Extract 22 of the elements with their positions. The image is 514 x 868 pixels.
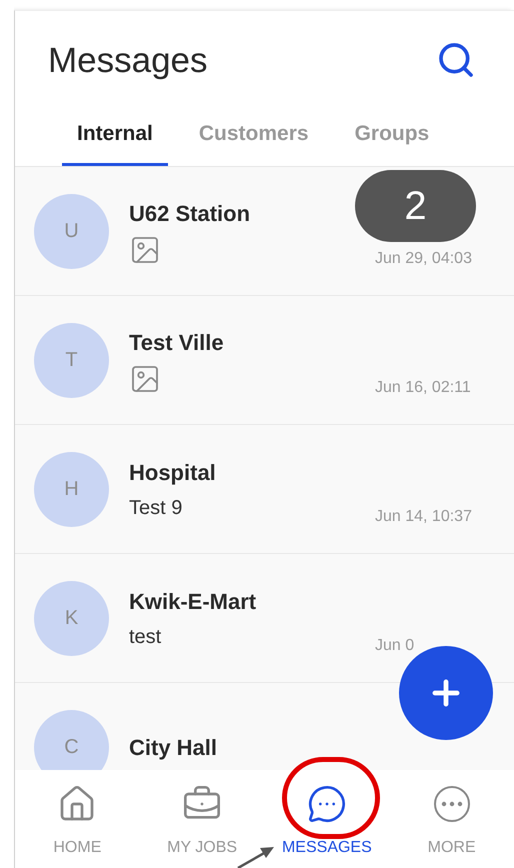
conversation-name[interactable]: City Hall (129, 730, 218, 764)
avatar: U (34, 194, 109, 268)
message-time: Jun 0 (375, 636, 416, 656)
nav-tab[interactable]: MESSAGES (264, 784, 390, 860)
chat-bubble-icon (306, 784, 347, 824)
screen-title: Messages (48, 42, 208, 78)
pointer-arrow (236, 846, 276, 868)
avatar: K (34, 580, 109, 656)
message-time: Jun 14, 10:37 (375, 507, 473, 527)
avatar: H (34, 452, 109, 526)
conversation-name[interactable]: Kwik-E-Mart (129, 584, 256, 618)
message-time: Jun 16, 02:11 (375, 378, 472, 398)
conversation-name[interactable]: U62 Station (129, 196, 250, 230)
avatar: T (34, 322, 109, 398)
conversation-name[interactable]: Hospital (129, 456, 216, 488)
search-icon[interactable] (436, 40, 476, 80)
message-preview: test (129, 624, 162, 650)
avatar: C (34, 710, 109, 770)
message-preview: Test 9 (129, 496, 184, 520)
message-time: Jun 29, 04:03 (375, 249, 473, 269)
more-icon (432, 784, 472, 824)
conversation-name[interactable]: Test Ville (129, 326, 224, 358)
